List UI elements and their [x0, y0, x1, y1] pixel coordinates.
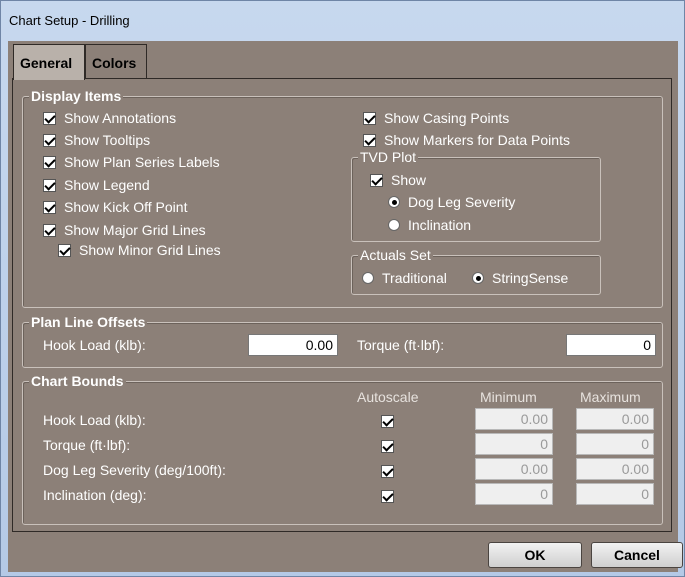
- show-kick-off-point-label: Show Kick Off Point: [64, 199, 188, 215]
- plan-line-offsets-legend: Plan Line Offsets: [29, 314, 148, 330]
- tvd-show-option[interactable]: Show: [370, 171, 426, 189]
- ok-button[interactable]: OK: [488, 542, 582, 568]
- display-items-group: Display Items Show Annotations Show Tool…: [22, 88, 663, 308]
- tab-general[interactable]: General: [13, 44, 85, 80]
- bounds-dog-leg-severity-min-input[interactable]: 0.00: [475, 458, 553, 480]
- plan-hook-load-label: Hook Load (klb):: [43, 337, 146, 353]
- inclination-radio[interactable]: [388, 219, 400, 231]
- inclination-option[interactable]: Inclination: [388, 216, 471, 234]
- show-legend-option[interactable]: Show Legend: [43, 176, 150, 194]
- general-tab-panel: Display Items Show Annotations Show Tool…: [12, 78, 672, 532]
- show-minor-grid-lines-label: Show Minor Grid Lines: [79, 242, 221, 258]
- tvd-show-checkbox[interactable]: [370, 173, 383, 187]
- bounds-inclination-max-input[interactable]: 0: [576, 483, 654, 505]
- traditional-label: Traditional: [382, 270, 447, 286]
- stringsense-label: StringSense: [492, 270, 569, 286]
- show-annotations-option[interactable]: Show Annotations: [43, 109, 176, 127]
- show-markers-checkbox[interactable]: [363, 133, 376, 147]
- show-annotations-checkbox[interactable]: [43, 111, 56, 125]
- bounds-hook-load-autoscale-checkbox[interactable]: [381, 415, 394, 428]
- stringsense-option[interactable]: StringSense: [472, 269, 568, 287]
- show-major-grid-lines-label: Show Major Grid Lines: [64, 222, 206, 238]
- show-casing-points-option[interactable]: Show Casing Points: [363, 109, 509, 127]
- show-kick-off-point-option[interactable]: Show Kick Off Point: [43, 198, 187, 216]
- traditional-radio[interactable]: [362, 272, 374, 284]
- show-minor-grid-lines-option[interactable]: Show Minor Grid Lines: [58, 241, 221, 259]
- tvd-show-label: Show: [391, 172, 427, 188]
- show-tooltips-checkbox[interactable]: [43, 133, 56, 147]
- show-major-grid-lines-checkbox[interactable]: [43, 223, 56, 237]
- bounds-dog-leg-severity-max-input[interactable]: 0.00: [576, 458, 654, 480]
- minimum-header: Minimum: [480, 389, 537, 405]
- bounds-torque-min-input[interactable]: 0: [475, 433, 553, 455]
- bounds-torque-label: Torque (ft·lbf):: [43, 437, 131, 453]
- actuals-set-legend: Actuals Set: [358, 247, 433, 263]
- bounds-inclination-label: Inclination (deg):: [43, 487, 147, 503]
- maximum-header: Maximum: [580, 389, 641, 405]
- actuals-set-group: Actuals Set Traditional StringSense: [351, 247, 601, 295]
- display-items-legend: Display Items: [29, 88, 124, 104]
- plan-torque-input[interactable]: 0: [566, 334, 656, 356]
- plan-line-offsets-group: Plan Line Offsets Hook Load (klb): 0.00 …: [22, 314, 663, 368]
- dialog-window: Chart Setup - Drilling General Colors Di…: [0, 0, 685, 577]
- show-legend-label: Show Legend: [64, 177, 150, 193]
- window-title: Chart Setup - Drilling: [9, 13, 130, 28]
- title-bar[interactable]: Chart Setup - Drilling: [1, 1, 684, 41]
- dog-leg-severity-option[interactable]: Dog Leg Severity: [388, 193, 515, 211]
- show-markers-option[interactable]: Show Markers for Data Points: [363, 131, 570, 149]
- show-major-grid-lines-option[interactable]: Show Major Grid Lines: [43, 221, 206, 239]
- bounds-inclination-autoscale-checkbox[interactable]: [381, 490, 394, 503]
- inclination-label: Inclination: [408, 217, 472, 233]
- plan-hook-load-input[interactable]: 0.00: [248, 334, 338, 356]
- show-casing-points-label: Show Casing Points: [384, 110, 510, 126]
- cancel-button[interactable]: Cancel: [591, 542, 683, 568]
- show-tooltips-label: Show Tooltips: [64, 132, 151, 148]
- show-plan-series-labels-option[interactable]: Show Plan Series Labels: [43, 153, 220, 171]
- dog-leg-severity-radio[interactable]: [388, 196, 400, 208]
- plan-torque-label: Torque (ft·lbf):: [357, 337, 445, 353]
- show-minor-grid-lines-checkbox[interactable]: [58, 243, 71, 257]
- show-legend-checkbox[interactable]: [43, 178, 56, 192]
- tvd-plot-legend: TVD Plot: [358, 149, 419, 165]
- tab-colors[interactable]: Colors: [85, 44, 147, 78]
- bounds-dog-leg-severity-label: Dog Leg Severity (deg/100ft):: [43, 462, 226, 478]
- show-plan-series-labels-label: Show Plan Series Labels: [64, 154, 220, 170]
- bounds-dog-leg-severity-autoscale-checkbox[interactable]: [381, 465, 394, 478]
- show-markers-label: Show Markers for Data Points: [384, 132, 570, 148]
- bounds-hook-load-max-input[interactable]: 0.00: [576, 408, 654, 430]
- tvd-plot-group: TVD Plot Show Dog Leg Severity Inclinati…: [351, 149, 601, 242]
- show-kick-off-point-checkbox[interactable]: [43, 200, 56, 214]
- show-tooltips-option[interactable]: Show Tooltips: [43, 131, 150, 149]
- bounds-hook-load-label: Hook Load (klb):: [43, 412, 146, 428]
- bounds-inclination-min-input[interactable]: 0: [475, 483, 553, 505]
- chart-bounds-group: Chart Bounds Autoscale Minimum Maximum H…: [22, 373, 663, 525]
- chart-bounds-legend: Chart Bounds: [29, 373, 126, 389]
- bounds-torque-max-input[interactable]: 0: [576, 433, 654, 455]
- show-casing-points-checkbox[interactable]: [363, 111, 376, 125]
- show-plan-series-labels-checkbox[interactable]: [43, 155, 56, 169]
- stringsense-radio[interactable]: [472, 272, 484, 284]
- show-annotations-label: Show Annotations: [64, 110, 177, 126]
- dog-leg-severity-label: Dog Leg Severity: [408, 194, 516, 210]
- dialog-client-area: General Colors Display Items Show Annota…: [8, 41, 683, 572]
- autoscale-header: Autoscale: [357, 389, 419, 405]
- traditional-option[interactable]: Traditional: [362, 269, 447, 287]
- bounds-torque-autoscale-checkbox[interactable]: [381, 440, 394, 453]
- bounds-hook-load-min-input[interactable]: 0.00: [475, 408, 553, 430]
